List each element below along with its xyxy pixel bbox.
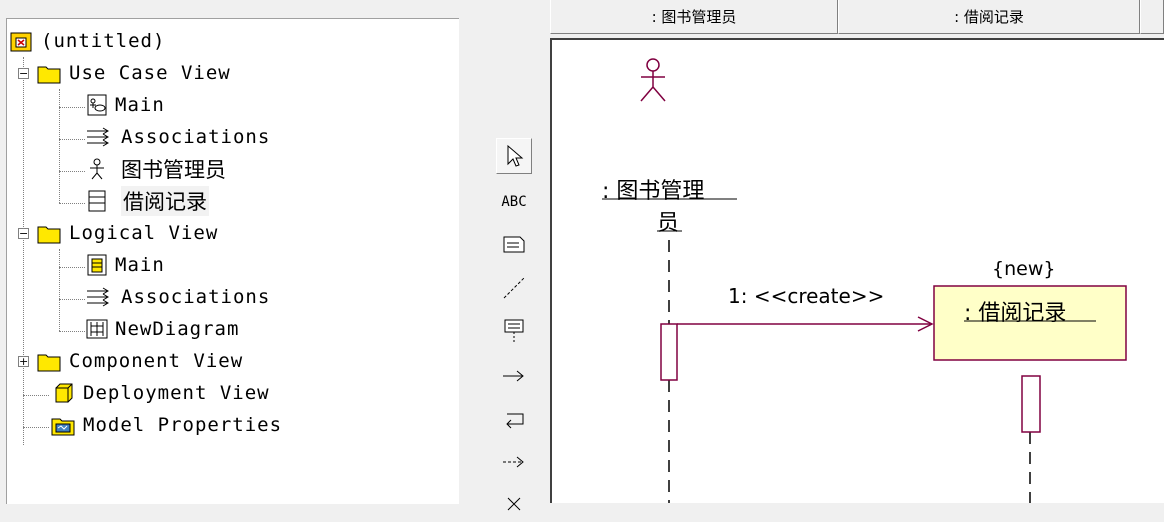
toolbar-spacer — [484, 0, 550, 129]
model-icon — [9, 29, 33, 53]
object-label[interactable]: : 借阅记录 — [964, 295, 1066, 327]
tree-guide-line — [59, 299, 85, 300]
model-tree[interactable]: − − + (untitled) Use Case View Main Asso… — [6, 18, 459, 504]
tree-item-label: Logical View — [69, 222, 219, 244]
tree-item-label: Component View — [69, 350, 244, 372]
tree-item-label: 图书管理员 — [121, 158, 226, 182]
tree-item-model-properties[interactable]: Model Properties — [51, 411, 282, 439]
tree-root-label: (untitled) — [41, 30, 166, 52]
tree-item-label: Main — [115, 94, 165, 116]
tree-item-label: 借阅记录 — [121, 186, 209, 216]
tree-root[interactable]: (untitled) — [9, 27, 165, 55]
tree-guide-line — [59, 171, 85, 172]
folder-icon — [37, 61, 61, 85]
tree-guide-line — [59, 249, 60, 331]
destruction-marker-tool[interactable] — [496, 486, 532, 522]
note-tool[interactable] — [496, 226, 532, 262]
text-tool[interactable]: ABC — [496, 184, 532, 220]
tree-item-use-case-main[interactable]: Main — [85, 91, 165, 119]
sequence-diagram-icon — [85, 317, 109, 341]
tree-item-use-case-view[interactable]: Use Case View — [37, 59, 231, 87]
tree-item-component-view[interactable]: Component View — [37, 347, 243, 375]
tree-item-label: NewDiagram — [115, 318, 240, 340]
folder-icon — [37, 349, 61, 373]
tree-item-label: Deployment View — [83, 382, 270, 404]
header-tab-librarian[interactable]: : 图书管理员 — [550, 0, 838, 34]
header-tab-label: : 借阅记录 — [954, 8, 1024, 26]
header-tab-overflow — [1140, 0, 1164, 34]
tree-item-new-diagram[interactable]: NewDiagram — [85, 315, 239, 343]
tree-guide-line — [59, 331, 85, 332]
tree-item-logical-view[interactable]: Logical View — [37, 219, 218, 247]
tree-guide-line — [59, 107, 85, 108]
tree-guide-line — [59, 203, 85, 204]
usecase-diagram-icon — [85, 93, 109, 117]
tree-guide-line — [59, 267, 85, 268]
diagram-toolbox: ABC — [484, 128, 550, 511]
model-browser: − − + (untitled) Use Case View Main Asso… — [0, 0, 470, 504]
tree-item-actor-librarian[interactable]: 图书管理员 — [85, 155, 226, 183]
tree-item-label: Associations — [121, 126, 271, 148]
class-diagram-icon — [85, 253, 109, 277]
tree-item-class-borrow-record[interactable]: 借阅记录 — [85, 186, 209, 216]
activation-borrow-record[interactable] — [1021, 375, 1041, 433]
tree-item-logical-associations[interactable]: Associations — [85, 283, 270, 311]
tree-item-label: Model Properties — [83, 414, 283, 436]
associations-icon — [85, 285, 109, 309]
header-tab-label: : 图书管理员 — [651, 8, 737, 26]
sequence-diagram-svg — [602, 58, 1127, 503]
class-icon — [85, 189, 109, 213]
return-message-tool[interactable] — [496, 444, 532, 480]
tree-item-logical-main[interactable]: Main — [85, 251, 165, 279]
object-new-tag: {new} — [992, 258, 1056, 280]
tree-item-deployment-view[interactable]: Deployment View — [51, 379, 270, 407]
tree-guide-line — [59, 139, 85, 140]
selection-tool[interactable] — [496, 138, 532, 174]
create-message-label[interactable]: 1: <<create>> — [728, 284, 884, 308]
header-tab-borrow-record[interactable]: : 借阅记录 — [838, 0, 1140, 34]
expand-component-view-button[interactable]: + — [18, 356, 29, 367]
model-properties-icon — [51, 413, 75, 437]
actor-label-line1[interactable]: : 图书管理 — [602, 173, 704, 205]
tree-item-label: Use Case View — [69, 62, 231, 84]
deployment-icon — [51, 381, 75, 405]
object-header-strip: : 图书管理员 : 借阅记录 — [550, 0, 1164, 36]
tree-item-label: Main — [115, 254, 165, 276]
sequence-diagram-canvas[interactable]: : 图书管理 员 {new} : 借阅记录 1: <<create>> — [550, 38, 1164, 503]
collapse-use-case-view-button[interactable]: − — [18, 68, 29, 79]
tree-guide-line — [23, 427, 49, 428]
tree-guide-line — [23, 57, 24, 445]
activation-librarian[interactable] — [660, 323, 678, 381]
message-to-self-tool[interactable] — [496, 402, 532, 438]
panel-splitter[interactable] — [470, 0, 485, 503]
tree-item-label: Associations — [121, 286, 271, 308]
object-message-tool[interactable] — [496, 358, 532, 394]
actor-icon[interactable] — [640, 58, 666, 102]
text-tool-label: ABC — [501, 194, 527, 210]
folder-icon — [37, 221, 61, 245]
associations-icon — [85, 125, 109, 149]
object-tool[interactable] — [496, 314, 532, 350]
actor-label-line2[interactable]: 员 — [657, 205, 679, 237]
tree-item-use-case-associations[interactable]: Associations — [85, 123, 270, 151]
tree-guide-line — [23, 395, 49, 396]
anchor-note-tool[interactable] — [496, 270, 532, 306]
actor-icon — [85, 157, 109, 181]
collapse-logical-view-button[interactable]: − — [18, 228, 29, 239]
